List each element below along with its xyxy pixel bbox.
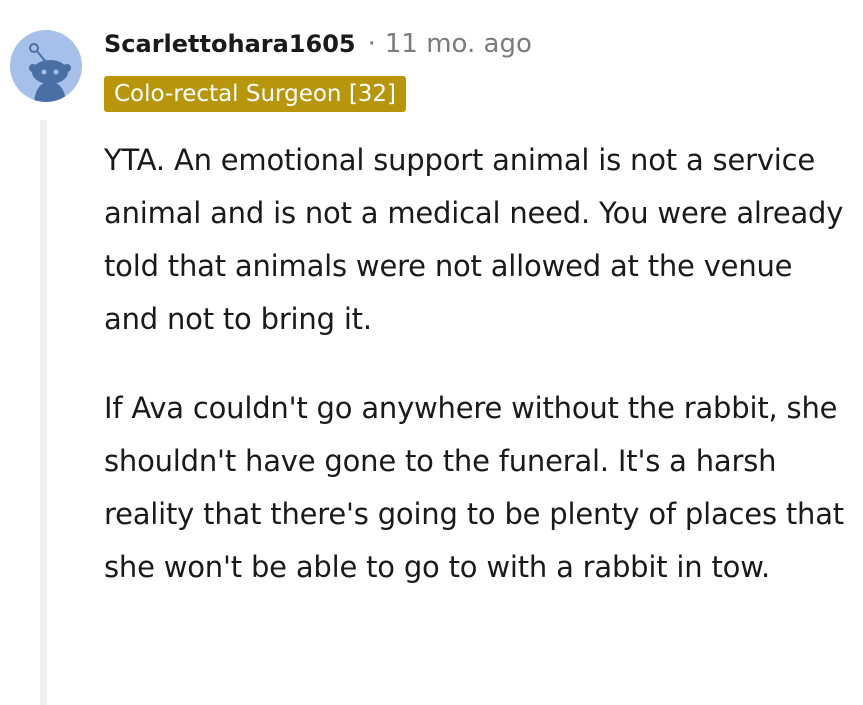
comment-header: Scarlettohara1605 · 11 mo. ago <box>104 24 532 64</box>
user-avatar-icon[interactable] <box>10 30 82 102</box>
comment: Scarlettohara1605 · 11 mo. ago Colo-rect… <box>0 0 863 705</box>
thread-collapse-line[interactable] <box>40 120 47 705</box>
comment-timestamp[interactable]: 11 mo. ago <box>385 29 532 59</box>
username-link[interactable]: Scarlettohara1605 <box>104 30 356 58</box>
comment-body: YTA. An emotional support animal is not … <box>104 134 844 594</box>
user-flair-badge: Colo-rectal Surgeon [32] <box>104 76 407 112</box>
meta-separator: · <box>367 29 376 59</box>
comment-paragraph: If Ava couldn't go anywhere without the … <box>104 391 844 584</box>
comment-paragraph: YTA. An emotional support animal is not … <box>104 143 844 336</box>
